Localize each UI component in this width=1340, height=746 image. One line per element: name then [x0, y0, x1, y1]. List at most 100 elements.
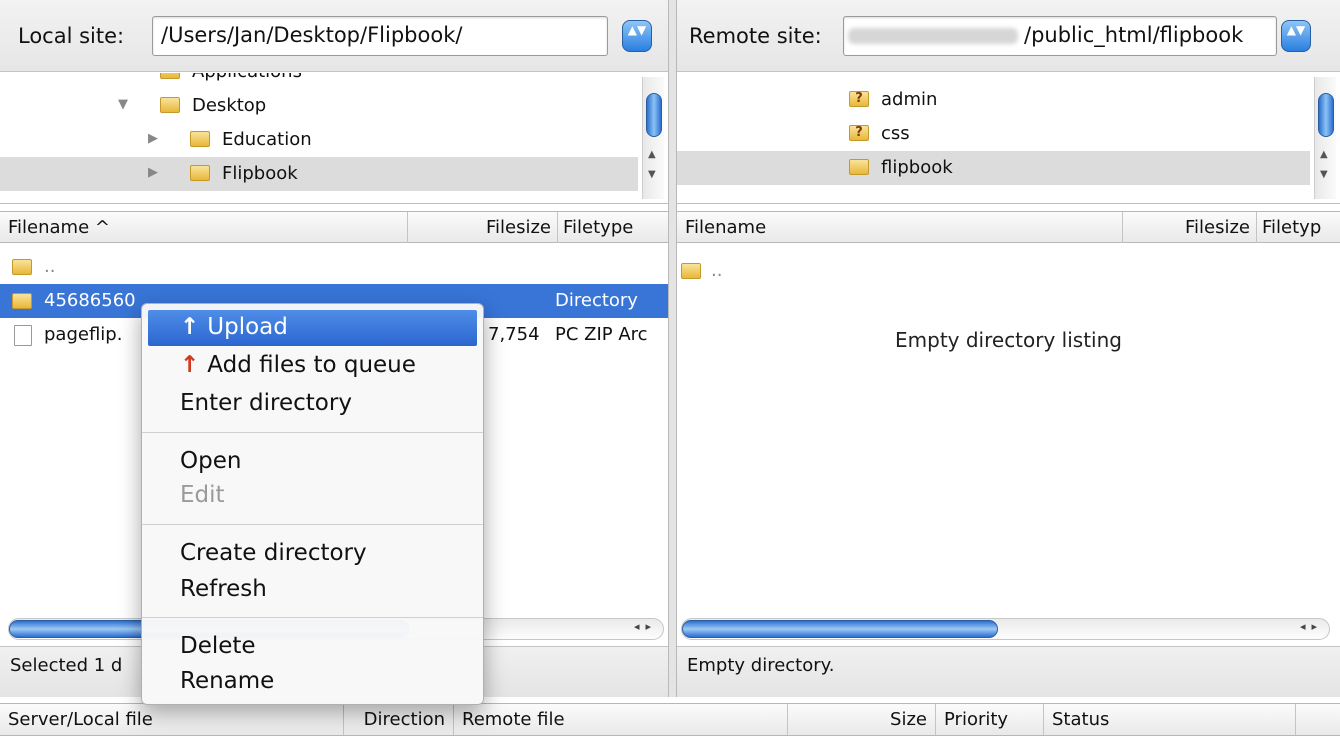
scrollbar-thumb[interactable] [682, 620, 998, 638]
column-header-remote-file[interactable]: Remote file [454, 704, 788, 735]
disclosure-triangle-down-icon[interactable]: ▼ [118, 97, 128, 112]
column-header-size[interactable]: Size [788, 704, 936, 735]
context-menu: ↑ Upload ↑ Add files to queue Enter direct… [141, 303, 484, 705]
menu-separator [142, 524, 483, 525]
menu-item-add-files-to-queue[interactable]: ↑ Add files to queue [148, 348, 477, 384]
menu-item-enter-directory[interactable]: Enter directory [148, 386, 477, 422]
menu-separator [142, 617, 483, 618]
updown-arrows-icon: ▲▼ [1286, 23, 1306, 37]
tree-item-flipbook[interactable]: ▶ Flipbook [0, 157, 638, 191]
remote-site-label: Remote site: [689, 24, 822, 48]
remote-status-bar: Empty directory. [677, 646, 1340, 697]
menu-item-open[interactable]: Open [148, 444, 477, 480]
question-folder-icon: ? [849, 125, 869, 141]
column-header-priority[interactable]: Priority [936, 704, 1044, 735]
remote-list-horizontal-scrollbar[interactable]: ◂▸ [681, 618, 1330, 640]
column-header-filesize[interactable]: Filesize [408, 212, 558, 243]
tree-item-admin[interactable]: ? admin [677, 83, 1310, 117]
local-path-dropdown-button[interactable]: ▲▼ [622, 20, 652, 52]
tree-item-education[interactable]: ▶ Education [0, 123, 638, 157]
tree-item-label: Applications [192, 73, 302, 82]
column-header-status[interactable]: Status [1044, 704, 1296, 735]
scroll-up-arrow-icon[interactable]: ▲ [1320, 149, 1328, 160]
disclosure-triangle-right-icon[interactable]: ▶ [148, 165, 158, 180]
tree-item-applications[interactable]: Applications [0, 73, 638, 89]
tree-item-label: css [881, 123, 910, 144]
scroll-down-arrow-icon[interactable]: ▼ [1320, 169, 1328, 180]
local-directory-tree[interactable]: Applications ▼ Desktop ▶ Education ▶ Fli… [0, 73, 668, 204]
folder-icon [160, 73, 180, 79]
folder-icon [681, 263, 701, 279]
file-name: .. [44, 256, 56, 277]
local-tree-scrollbar[interactable]: ▲ ▼ [642, 77, 664, 199]
remote-file-list[interactable]: .. [677, 244, 1340, 616]
scroll-left-right-arrows-icon[interactable]: ◂▸ [1300, 620, 1323, 633]
remote-site-bar: Remote site: /public_html/flipbook ▲▼ [677, 0, 1340, 72]
empty-directory-message: Empty directory listing [895, 328, 1122, 352]
file-name: .. [711, 260, 723, 281]
folder-icon [12, 259, 32, 275]
menu-separator [142, 432, 483, 433]
folder-icon [190, 131, 210, 147]
list-item[interactable]: .. [0, 250, 668, 284]
remote-tree-scrollbar[interactable]: ▲ ▼ [1314, 77, 1336, 199]
file-type: PC ZIP Arc [555, 324, 648, 345]
menu-item-delete[interactable]: Delete [148, 629, 477, 665]
tree-item-label: Desktop [192, 95, 267, 116]
folder-icon [190, 165, 210, 181]
remote-directory-tree[interactable]: ? admin ? css flipbook ▲ ▼ [677, 73, 1340, 204]
menu-item-edit: Edit [180, 482, 225, 508]
scrollbar-thumb[interactable] [1318, 93, 1334, 137]
tree-item-desktop[interactable]: ▼ Desktop [0, 89, 638, 123]
tree-item-label: Flipbook [222, 163, 298, 184]
upload-arrow-icon: ↑ [180, 352, 200, 378]
tree-item-label: Education [222, 129, 312, 150]
local-path-input[interactable]: /Users/Jan/Desktop/Flipbook/ [152, 16, 608, 56]
column-header-filesize[interactable]: Filesize [1123, 212, 1257, 243]
document-icon [14, 325, 32, 346]
remote-path-dropdown-button[interactable]: ▲▼ [1281, 20, 1311, 52]
remote-file-list-header: Filename Filesize Filetyp [677, 211, 1340, 243]
scroll-down-arrow-icon[interactable]: ▼ [648, 169, 656, 180]
pane-splitter[interactable] [668, 0, 677, 697]
tree-item-label: admin [881, 89, 938, 110]
menu-item-rename[interactable]: Rename [148, 664, 477, 700]
scroll-left-right-arrows-icon[interactable]: ◂▸ [634, 620, 657, 633]
tree-item-css[interactable]: ? css [677, 117, 1310, 151]
list-item[interactable]: .. [677, 254, 1340, 288]
column-header-filetype[interactable]: Filetyp [1257, 212, 1340, 243]
folder-icon [12, 293, 32, 309]
updown-arrows-icon: ▲▼ [627, 23, 647, 37]
file-type: Directory [555, 290, 638, 311]
local-site-label: Local site: [18, 24, 125, 48]
menu-item-upload[interactable]: ↑ Upload [148, 310, 477, 346]
transfer-queue-list[interactable] [0, 737, 1340, 746]
upload-arrow-icon: ↑ [180, 314, 200, 340]
folder-icon [849, 159, 869, 175]
column-header-direction[interactable]: Direction [344, 704, 454, 735]
file-size: 7,754 [488, 324, 540, 345]
menu-item-label: Add files to queue [207, 352, 416, 378]
column-header-server-local-file[interactable]: Server/Local file [0, 704, 344, 735]
remote-pane: Remote site: /public_html/flipbook ▲▼ ? … [677, 0, 1340, 697]
scroll-up-arrow-icon[interactable]: ▲ [648, 149, 656, 160]
local-site-bar: Local site: /Users/Jan/Desktop/Flipbook/… [0, 0, 668, 72]
question-folder-icon: ? [849, 91, 869, 107]
file-name: pageflip. [44, 324, 123, 345]
disclosure-triangle-right-icon[interactable]: ▶ [148, 131, 158, 146]
menu-item-create-directory[interactable]: Create directory [148, 536, 477, 572]
column-header-filename[interactable]: Filename [677, 212, 1123, 243]
remote-path-text: /public_html/flipbook [1024, 23, 1244, 47]
tree-item-label: flipbook [881, 157, 953, 178]
folder-icon [160, 97, 180, 113]
scrollbar-thumb[interactable] [646, 93, 662, 137]
local-file-list-header: Filename ^ Filesize Filetype [0, 211, 668, 243]
menu-item-label: Upload [207, 314, 288, 340]
tree-item-flipbook[interactable]: flipbook [677, 151, 1310, 185]
blurred-hostname [848, 28, 1018, 44]
remote-path-input[interactable]: /public_html/flipbook [843, 16, 1277, 56]
column-header-filetype[interactable]: Filetype [558, 212, 668, 243]
menu-item-refresh[interactable]: Refresh [148, 572, 477, 608]
file-name: 45686560 [44, 290, 136, 311]
column-header-filename[interactable]: Filename ^ [0, 212, 408, 243]
